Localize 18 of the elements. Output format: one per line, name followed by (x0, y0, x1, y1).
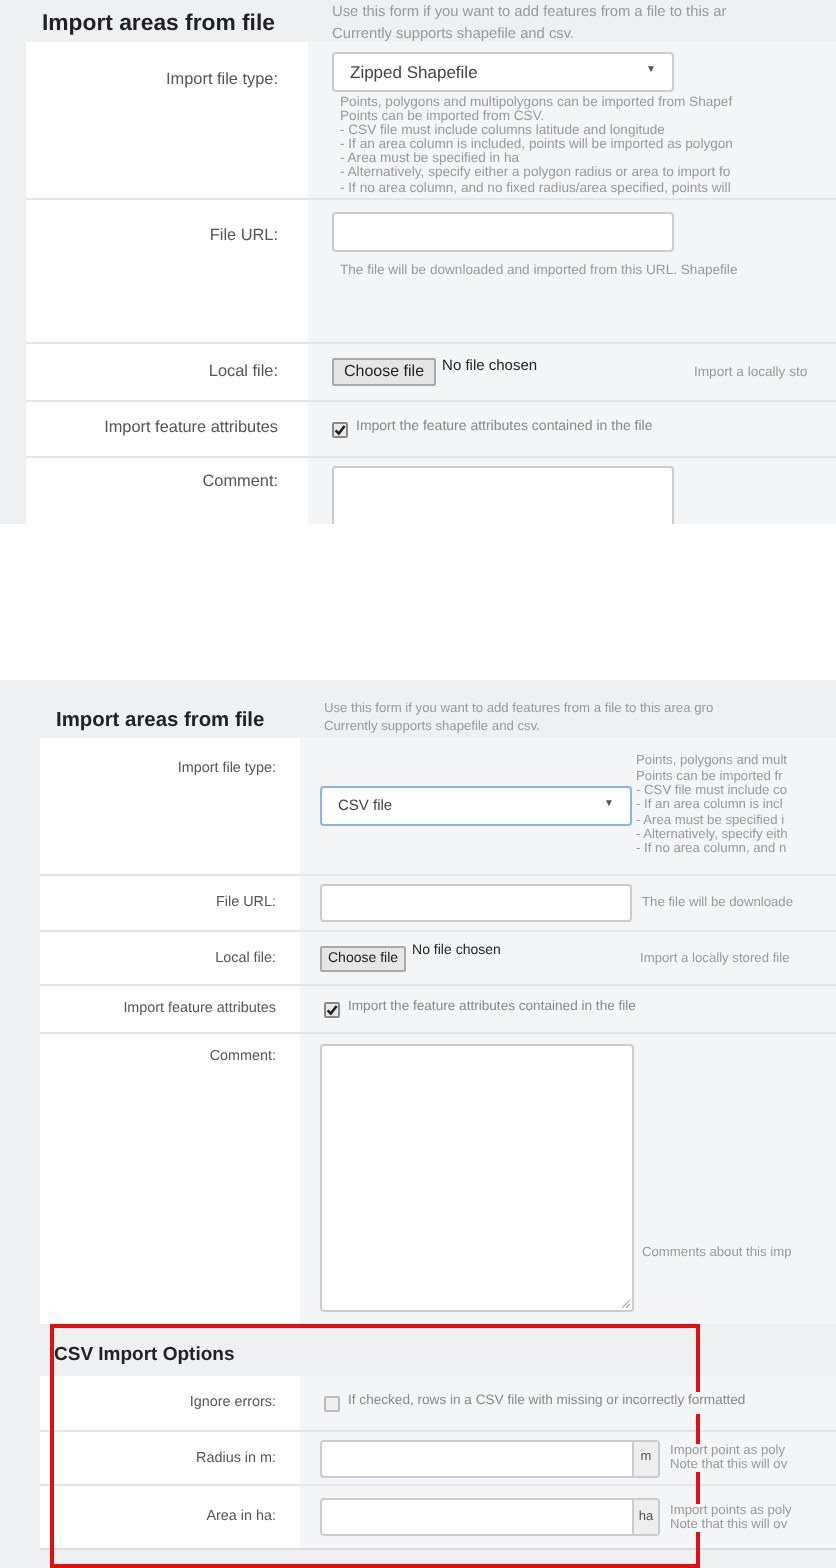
url-input[interactable] (320, 884, 632, 922)
field-label: Import file type: (166, 68, 280, 92)
checkbox[interactable] (324, 1001, 340, 1017)
field-label: Local file: (208, 359, 280, 384)
comment-textarea[interactable] (320, 1044, 634, 1312)
url-input[interactable] (332, 212, 674, 252)
field-label: File URL: (209, 224, 280, 248)
page-heading: Import areas from file (56, 707, 267, 736)
resize-handle-icon (620, 1298, 630, 1308)
checkbox[interactable] (324, 1395, 340, 1411)
section-heading: CSV Import Options (54, 1341, 235, 1370)
checkmark-icon (326, 1003, 338, 1015)
choose-file-button[interactable]: Choose file (332, 358, 437, 386)
page-heading: Import areas from file (42, 9, 277, 40)
checkbox[interactable] (332, 421, 348, 437)
checkmark-icon (334, 423, 346, 435)
field-label: Comment: (202, 470, 280, 494)
field-label: Import feature attributes (104, 416, 280, 441)
